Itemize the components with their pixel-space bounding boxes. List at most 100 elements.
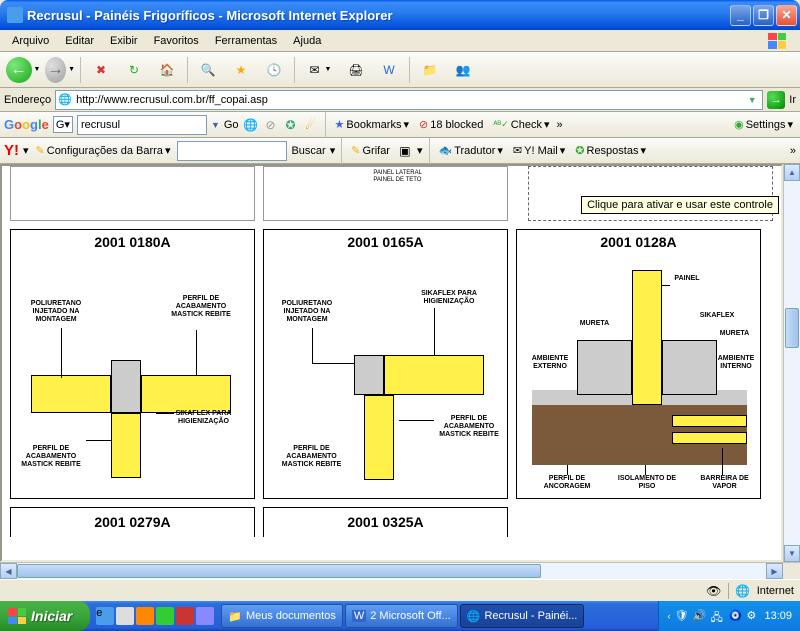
ql-media-icon[interactable] (136, 607, 154, 625)
tray-expand-icon[interactable]: ‹ (667, 611, 670, 621)
panel-title: 2001 0325A (264, 508, 507, 534)
panel-title: 2001 0180A (11, 230, 254, 254)
close-button[interactable]: ✕ (776, 5, 797, 26)
google-chevrons-icon[interactable]: » (557, 119, 563, 131)
scroll-left-button[interactable]: ◀ (0, 563, 17, 579)
ql-ie-icon[interactable]: e (96, 607, 114, 625)
menu-view[interactable]: Exibir (102, 33, 146, 49)
tray-volume-icon[interactable]: 🔊 (692, 609, 706, 623)
settings-button[interactable]: ◉Settings▾ (731, 118, 796, 131)
label-painel-teto: PAINEL DE TETO (373, 177, 422, 184)
address-dropdown[interactable]: ▼ (744, 95, 760, 105)
minimize-button[interactable]: _ (730, 5, 751, 26)
google-logo[interactable]: Google (4, 117, 49, 132)
scroll-thumb[interactable] (785, 308, 799, 348)
yahoo-chevrons-icon[interactable]: » (790, 145, 796, 157)
tray-av-icon[interactable]: 🧿 (728, 609, 742, 623)
panel-0165a: 2001 0165A POLIURETANO INJETADO NA MONTA… (263, 229, 508, 499)
zone-label: Internet (757, 585, 794, 597)
favorites-button[interactable]: ★ (226, 55, 256, 85)
clock[interactable]: 13:09 (764, 610, 792, 622)
task-documents[interactable]: 📁Meus documentos (221, 604, 343, 628)
respostas-button[interactable]: ✪Respostas▾ (572, 144, 649, 157)
horizontal-scrollbar[interactable]: ◀ ▶ (0, 562, 800, 579)
popup-blocked[interactable]: ⊘18 blocked (416, 118, 486, 131)
menu-help[interactable]: Ajuda (285, 33, 329, 49)
ql-app2-icon[interactable] (196, 607, 214, 625)
tradutor-button[interactable]: 🐟Tradutor▾ (436, 144, 506, 157)
address-bar: Endereço 🌐 http://www.recrusul.com.br/ff… (0, 88, 800, 112)
google-go-button[interactable]: Go (224, 119, 239, 131)
google-search-input[interactable] (77, 115, 207, 135)
folder-button[interactable]: 📁 (415, 55, 445, 85)
label-painel-lateral: PAINEL LATERAL (373, 170, 422, 177)
yahoo-toolbar: Y!▾ ✎Configurações da Barra▾ Buscar▾ ✎Gr… (0, 138, 800, 164)
globe2-icon[interactable]: ⊘ (263, 117, 279, 133)
activex-tooltip: Clique para ativar e usar este controle (581, 196, 779, 214)
zone-icon: 🌐 (735, 583, 751, 599)
task-ie[interactable]: 🌐Recrusul - Painéi... (460, 604, 585, 628)
menu-edit[interactable]: Editar (57, 33, 102, 49)
privacy-icon[interactable]: 👁 (706, 583, 722, 599)
google-prefix[interactable]: G▾ (53, 116, 73, 133)
rss-icon[interactable]: ☄ (303, 117, 319, 133)
globe3-icon[interactable]: ✪ (283, 117, 299, 133)
google-toolbar: Google G▾ ▼ Go 🌐 ⊘ ✪ ☄ ★Bookmarks▾ ⊘18 b… (0, 112, 800, 138)
quick-launch: e (90, 607, 220, 625)
window-tool-icon[interactable]: ▣ (397, 143, 413, 159)
buscar-button[interactable]: Buscar (291, 145, 325, 157)
tray-shield-icon[interactable]: 🛡 (674, 609, 688, 623)
go-button[interactable]: → (767, 91, 785, 109)
tray-update-icon[interactable]: ⚙ (746, 609, 760, 623)
ymail-button[interactable]: ✉Y! Mail▾ (510, 144, 568, 157)
edit-button[interactable]: W (374, 55, 404, 85)
globe1-icon[interactable]: 🌐 (243, 117, 259, 133)
refresh-button[interactable]: ↻ (119, 55, 149, 85)
home-button[interactable]: 🏠 (152, 55, 182, 85)
status-bar: 👁 🌐 Internet (0, 579, 800, 601)
search-button[interactable]: 🔍 (193, 55, 223, 85)
yahoo-search-input[interactable] (177, 141, 287, 161)
tray-network-icon[interactable]: 🖧 (710, 609, 724, 623)
windows-logo-icon (8, 608, 26, 624)
scroll-down-button[interactable]: ▼ (784, 545, 800, 562)
vertical-scrollbar[interactable]: ▲ ▼ (783, 164, 800, 562)
yahoo-config[interactable]: ✎Configurações da Barra▾ (33, 144, 174, 157)
back-button[interactable]: ←▼ (4, 55, 42, 85)
menu-tools[interactable]: Ferramentas (207, 33, 285, 49)
maximize-button[interactable]: ❐ (753, 5, 774, 26)
bookmarks-button[interactable]: ★Bookmarks▾ (332, 118, 412, 131)
check-button[interactable]: ᴬᴮ✓Check▾ (490, 118, 552, 131)
stop-button[interactable]: ✖ (86, 55, 116, 85)
forward-button[interactable]: →▼ (45, 55, 75, 85)
grifar-button[interactable]: ✎Grifar (348, 144, 393, 157)
ql-app-icon[interactable] (176, 607, 194, 625)
window-titlebar: Recrusul - Painéis Frigoríficos - Micros… (0, 0, 800, 30)
task-office[interactable]: W2 Microsoft Off... (345, 604, 458, 628)
panel-title: 2001 0128A (517, 230, 760, 254)
panel-0128a: 2001 0128A PAINEL MURETA SIKAFLEX MURETA… (516, 229, 761, 499)
ie-icon (7, 7, 23, 23)
scroll-up-button[interactable]: ▲ (784, 164, 800, 181)
related-button[interactable]: 👥 (448, 55, 478, 85)
menu-bar: Arquivo Editar Exibir Favoritos Ferramen… (0, 30, 800, 52)
mail-button[interactable]: ✉▼ (300, 55, 338, 85)
print-button[interactable]: 🖨 (341, 55, 371, 85)
ql-desktop-icon[interactable] (116, 607, 134, 625)
start-button[interactable]: Iniciar (0, 601, 90, 631)
panel-0180a: 2001 0180A POLIURETANO INJETADO NA MONTA… (10, 229, 255, 499)
page-content: Clique para ativar e usar este controle … (0, 164, 783, 562)
navigation-toolbar: ←▼ →▼ ✖ ↻ 🏠 🔍 ★ 🕓 ✉▼ 🖨 W 📁 👥 (0, 52, 800, 88)
window-title: Recrusul - Painéis Frigoríficos - Micros… (27, 8, 730, 23)
scroll-right-button[interactable]: ▶ (766, 563, 783, 579)
menu-favorites[interactable]: Favoritos (146, 33, 207, 49)
panel-title: 2001 0279A (11, 508, 254, 534)
yahoo-logo[interactable]: Y! (4, 142, 19, 159)
google-search-dd[interactable]: ▼ (211, 120, 220, 130)
ql-messenger-icon[interactable] (156, 607, 174, 625)
panel-frag-1 (10, 166, 255, 221)
history-button[interactable]: 🕓 (259, 55, 289, 85)
menu-file[interactable]: Arquivo (4, 33, 57, 49)
scroll-thumb-h[interactable] (17, 564, 541, 578)
address-input[interactable]: 🌐 http://www.recrusul.com.br/ff_copai.as… (55, 90, 763, 110)
